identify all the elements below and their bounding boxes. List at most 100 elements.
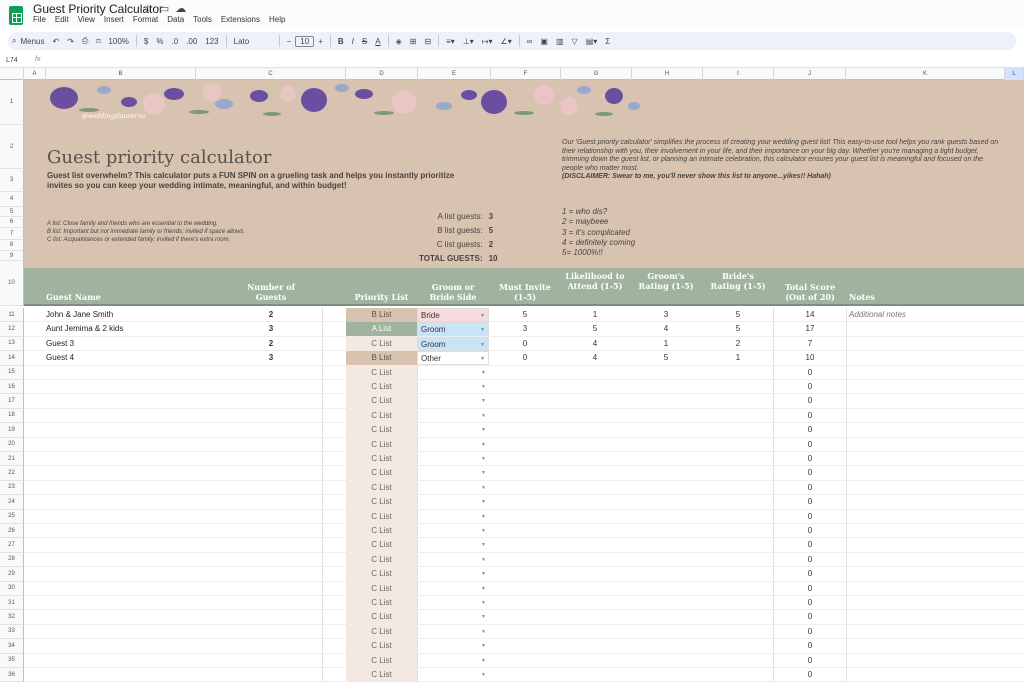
menu-item[interactable]: View: [78, 15, 95, 24]
side-dropdown[interactable]: Other ▼: [417, 351, 489, 366]
column-header-f[interactable]: F: [491, 68, 561, 80]
total-cell[interactable]: 0: [778, 394, 842, 408]
row-header[interactable]: 33: [0, 624, 24, 640]
priority-list-dropdown[interactable]: A List: [346, 322, 417, 337]
row-header[interactable]: 19: [0, 423, 24, 438]
dropdown-arrow-icon[interactable]: ▼: [481, 567, 486, 581]
bold-button[interactable]: B: [334, 37, 348, 46]
dropdown-arrow-icon[interactable]: ▼: [481, 409, 486, 423]
menu-item[interactable]: File: [33, 15, 46, 24]
priority-list-dropdown[interactable]: C List: [346, 480, 417, 495]
print-icon[interactable]: ⎙: [78, 36, 92, 46]
total-cell[interactable]: 0: [778, 466, 842, 480]
number-of-guests-cell[interactable]: 3: [244, 322, 298, 336]
row-header[interactable]: 25: [0, 509, 24, 524]
row-header[interactable]: 9: [0, 251, 24, 261]
dropdown-arrow-icon[interactable]: ▼: [480, 323, 485, 337]
row-header[interactable]: 31: [0, 596, 24, 611]
dropdown-arrow-icon[interactable]: ▼: [481, 668, 486, 682]
row-header[interactable]: 5: [0, 207, 24, 217]
number-of-guests-cell[interactable]: 3: [244, 351, 298, 365]
side-dropdown[interactable]: ▼: [417, 610, 489, 624]
column-header-e[interactable]: E: [418, 68, 491, 80]
dropdown-arrow-icon[interactable]: ▼: [481, 639, 486, 653]
row-header[interactable]: 3: [0, 169, 24, 192]
notes-cell[interactable]: Additional notes: [849, 308, 906, 322]
dropdown-arrow-icon[interactable]: ▼: [481, 654, 486, 668]
likely-cell[interactable]: 5: [564, 322, 626, 336]
side-dropdown[interactable]: ▼: [417, 567, 489, 581]
row-header[interactable]: 12: [0, 322, 24, 337]
dropdown-arrow-icon[interactable]: ▼: [481, 466, 486, 480]
column-header-g[interactable]: G: [561, 68, 632, 80]
total-cell[interactable]: 0: [778, 366, 842, 380]
likely-cell[interactable]: 4: [564, 337, 626, 351]
dropdown-arrow-icon[interactable]: ▼: [481, 510, 486, 524]
more-formats-button[interactable]: 123: [201, 37, 222, 46]
side-dropdown[interactable]: ▼: [417, 510, 489, 524]
text-rotation-icon[interactable]: ∠▾: [497, 37, 516, 46]
side-dropdown[interactable]: ▼: [417, 625, 489, 639]
side-dropdown[interactable]: ▼: [417, 466, 489, 480]
side-dropdown[interactable]: ▼: [417, 452, 489, 466]
must-cell[interactable]: 5: [494, 308, 556, 322]
priority-list-dropdown[interactable]: C List: [346, 452, 417, 466]
borders-icon[interactable]: ⊞: [406, 37, 421, 46]
side-dropdown[interactable]: ▼: [417, 582, 489, 596]
dropdown-arrow-icon[interactable]: ▼: [481, 553, 486, 567]
total-cell[interactable]: 0: [778, 596, 842, 610]
increase-decimal-button[interactable]: .00: [182, 37, 201, 46]
percent-button[interactable]: %: [152, 37, 167, 46]
side-dropdown[interactable]: ▼: [417, 438, 489, 452]
side-dropdown[interactable]: ▼: [417, 409, 489, 423]
row-header[interactable]: 11: [0, 308, 24, 323]
row-header[interactable]: 13: [0, 336, 24, 352]
total-cell[interactable]: 7: [778, 337, 842, 351]
side-dropdown[interactable]: ▼: [417, 538, 489, 552]
priority-list-dropdown[interactable]: C List: [346, 581, 417, 596]
must-cell[interactable]: 3: [494, 322, 556, 336]
filter-views-icon[interactable]: ▤▾: [582, 37, 602, 46]
column-header-d[interactable]: D: [346, 68, 418, 80]
side-dropdown[interactable]: Groom ▼: [417, 322, 489, 337]
total-cell[interactable]: 0: [778, 610, 842, 624]
menu-item[interactable]: Tools: [193, 15, 212, 24]
row-header[interactable]: 6: [0, 217, 24, 228]
total-cell[interactable]: 0: [778, 495, 842, 509]
number-of-guests-cell[interactable]: 2: [244, 308, 298, 322]
priority-list-dropdown[interactable]: C List: [346, 423, 417, 438]
dropdown-arrow-icon[interactable]: ▼: [481, 366, 486, 380]
total-cell[interactable]: 14: [778, 308, 842, 322]
folder-icon[interactable]: ▭: [159, 3, 175, 15]
priority-list-dropdown[interactable]: C List: [346, 408, 417, 423]
total-cell[interactable]: 0: [778, 639, 842, 653]
side-dropdown[interactable]: ▼: [417, 394, 489, 408]
row-header[interactable]: 24: [0, 495, 24, 510]
menu-item[interactable]: Data: [167, 15, 184, 24]
row-header[interactable]: 8: [0, 240, 24, 251]
total-cell[interactable]: 0: [778, 567, 842, 581]
priority-list-dropdown[interactable]: C List: [346, 336, 417, 351]
merge-cells-icon[interactable]: ⊟: [420, 37, 435, 46]
number-of-guests-cell[interactable]: 2: [244, 337, 298, 351]
priority-list-dropdown[interactable]: C List: [346, 394, 417, 409]
side-dropdown[interactable]: Groom ▼: [417, 336, 489, 351]
priority-list-dropdown[interactable]: C List: [346, 365, 417, 380]
total-cell[interactable]: 0: [778, 582, 842, 596]
side-dropdown[interactable]: ▼: [417, 668, 489, 682]
dropdown-arrow-icon[interactable]: ▼: [481, 582, 486, 596]
row-header[interactable]: 18: [0, 408, 24, 424]
bride-cell[interactable]: 1: [708, 351, 768, 365]
total-cell[interactable]: 0: [778, 524, 842, 538]
dropdown-arrow-icon[interactable]: ▼: [481, 495, 486, 509]
priority-list-dropdown[interactable]: C List: [346, 437, 417, 452]
row-header[interactable]: 4: [0, 192, 24, 207]
row-header[interactable]: 27: [0, 538, 24, 553]
dropdown-arrow-icon[interactable]: ▼: [481, 380, 486, 394]
side-dropdown[interactable]: ▼: [417, 423, 489, 437]
cloud-icon[interactable]: ☁: [175, 3, 192, 15]
groom-cell[interactable]: 1: [636, 337, 696, 351]
undo-icon[interactable]: ↶: [49, 37, 64, 46]
side-dropdown[interactable]: ▼: [417, 380, 489, 394]
dropdown-arrow-icon[interactable]: ▼: [480, 352, 485, 366]
